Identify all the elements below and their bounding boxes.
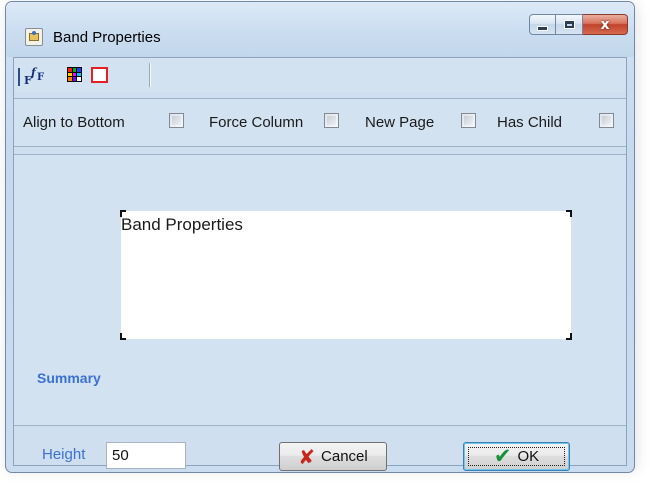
maximize-icon: [564, 21, 574, 28]
band-properties-window: Band Properties x F f F Align to Bottom …: [5, 1, 635, 473]
toolbar: F f F: [14, 58, 626, 92]
toolbar-grip[interactable]: [18, 68, 20, 86]
caption-buttons: x: [529, 14, 628, 36]
title-bar[interactable]: Band Properties x: [6, 2, 634, 57]
dialog-client-area: F f F Align to Bottom Force Column New P…: [13, 57, 627, 471]
color-palette-icon[interactable]: [67, 67, 82, 82]
app-icon: [25, 28, 43, 46]
height-label: Height: [42, 446, 86, 463]
close-icon: x: [600, 16, 610, 33]
cancel-button[interactable]: ✘ Cancel: [279, 442, 387, 471]
band-preview-text: Band Properties: [121, 215, 243, 234]
close-button[interactable]: x: [583, 14, 628, 35]
height-input[interactable]: 50: [106, 442, 186, 469]
palette-swatch: [72, 72, 77, 77]
palette-swatch: [77, 68, 81, 72]
minimize-icon: [538, 27, 547, 30]
band-section-label: Summary: [37, 370, 101, 386]
window-title: Band Properties: [53, 29, 161, 46]
minimize-button[interactable]: [529, 14, 556, 35]
resize-handle-bottom-left[interactable]: [120, 333, 126, 340]
font-icon[interactable]: F f F: [24, 65, 46, 87]
band-preview-panel: Band Properties Summary: [14, 154, 626, 426]
palette-swatch: [72, 77, 77, 81]
force-column-checkbox[interactable]: [324, 113, 339, 128]
cancel-label: Cancel: [321, 448, 368, 465]
band-options-row: Align to Bottom Force Column New Page Ha…: [14, 98, 626, 147]
force-column-label: Force Column: [209, 114, 304, 131]
resize-handle-top-left[interactable]: [120, 210, 126, 217]
palette-swatch: [68, 72, 72, 77]
palette-swatch: [68, 77, 72, 81]
checkmark-icon: ✔: [493, 444, 512, 468]
has-child-checkbox[interactable]: [599, 113, 614, 128]
toolbar-separator: [149, 63, 150, 87]
ok-label: OK: [517, 448, 540, 465]
has-child-label: Has Child: [497, 114, 563, 131]
cancel-x-icon: ✘: [298, 444, 316, 469]
palette-swatch: [72, 68, 77, 72]
align-to-bottom-label: Align to Bottom: [23, 114, 125, 131]
new-page-checkbox[interactable]: [461, 113, 476, 128]
band-preview-box[interactable]: Band Properties: [120, 210, 572, 340]
maximize-button[interactable]: [556, 14, 583, 35]
resize-handle-top-right[interactable]: [566, 210, 572, 217]
resize-handle-bottom-right[interactable]: [566, 333, 572, 340]
palette-swatch: [68, 68, 72, 72]
ok-button[interactable]: ✔ OK: [463, 442, 570, 471]
palette-swatch: [77, 77, 81, 81]
new-page-label: New Page: [365, 114, 435, 131]
border-icon[interactable]: [91, 67, 108, 83]
palette-swatch: [77, 72, 81, 77]
align-to-bottom-checkbox[interactable]: [169, 113, 184, 128]
